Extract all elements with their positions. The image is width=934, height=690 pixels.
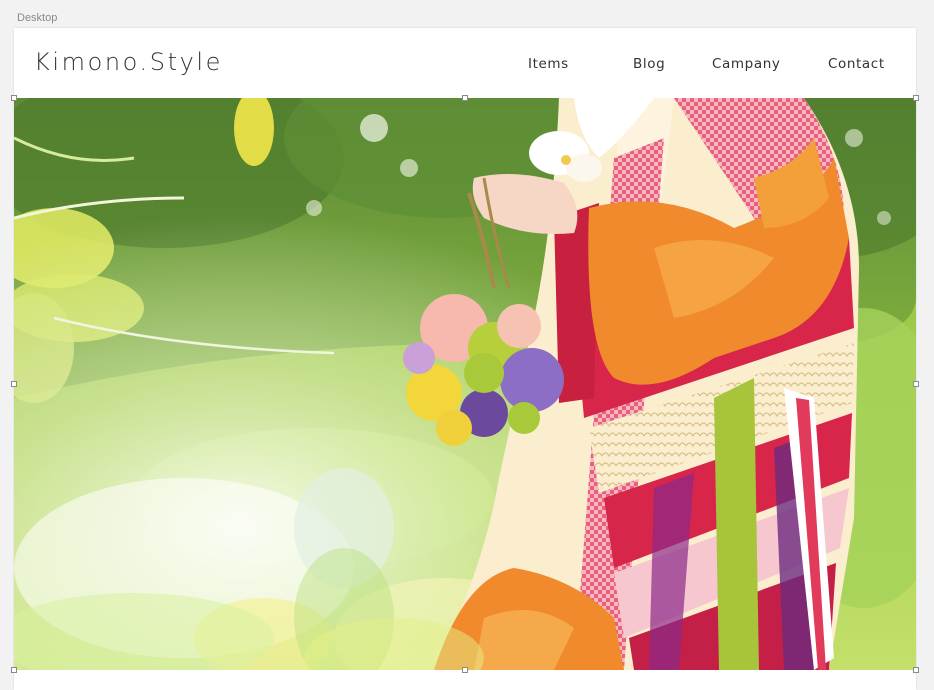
desktop-artboard[interactable]: Kimono.Style Items Blog Campany Contact [14, 28, 916, 690]
resize-handle-top-right[interactable] [913, 95, 919, 101]
hero-photo [14, 98, 916, 670]
resize-handle-top[interactable] [462, 95, 468, 101]
resize-handle-left[interactable] [11, 381, 17, 387]
resize-handle-bottom-right[interactable] [913, 667, 919, 673]
site-logo[interactable]: Kimono.Style [34, 48, 223, 76]
resize-handle-top-left[interactable] [11, 95, 17, 101]
artboard-label: Desktop [17, 12, 58, 24]
nav-link-contact[interactable]: Contact [828, 56, 885, 72]
site-header: Kimono.Style Items Blog Campany Contact [14, 28, 916, 98]
hero-image[interactable] [14, 98, 916, 670]
resize-handle-bottom[interactable] [462, 667, 468, 673]
resize-handle-bottom-left[interactable] [11, 667, 17, 673]
nav-link-campany[interactable]: Campany [712, 56, 780, 72]
nav-link-blog[interactable]: Blog [633, 56, 665, 72]
nav-link-items[interactable]: Items [528, 56, 569, 72]
resize-handle-right[interactable] [913, 381, 919, 387]
